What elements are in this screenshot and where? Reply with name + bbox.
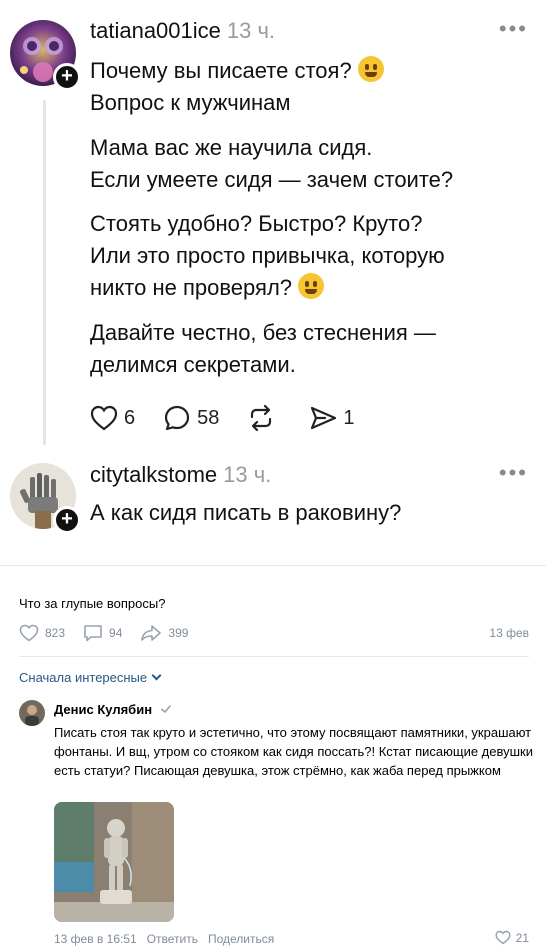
grinning-emoji-icon: [298, 273, 325, 299]
reply-link[interactable]: Ответить: [147, 932, 198, 946]
comment-meta: 13 фев в 16:51 Ответить Поделиться: [54, 932, 274, 946]
share-arrow-icon: [141, 625, 162, 641]
post-time: 13 ч.: [223, 462, 272, 487]
follow-plus-icon[interactable]: +: [53, 63, 81, 91]
post-text-block: Почему вы писаете стоя? Вопрос к мужчина…: [90, 55, 384, 119]
post-line: Или это просто привычка, которую: [90, 243, 445, 268]
post-line: Мама вас же научила сидя.: [90, 135, 373, 160]
author-name[interactable]: Денис Кулябин: [54, 702, 152, 717]
comment-like-count: 21: [515, 930, 529, 945]
post-time: 13 ч.: [226, 18, 276, 43]
comment-icon: [84, 625, 102, 642]
thinking-emoji-icon: [357, 56, 384, 82]
comment-time[interactable]: 13 фев в 16:51: [54, 932, 137, 946]
username[interactable]: citytalkstome 13 ч.: [90, 462, 271, 488]
verified-check-icon: [160, 705, 171, 713]
repost-button[interactable]: [247, 405, 281, 431]
post-line: делимся секретами.: [90, 352, 296, 377]
comment-photo[interactable]: [54, 802, 174, 922]
post-line: Вопрос к мужчинам: [90, 90, 291, 115]
divider: [19, 656, 529, 657]
like-count: 823: [45, 626, 66, 640]
post-stats: 823 94 399: [19, 624, 206, 642]
vk-post: Что за глупые вопросы? 823 94 399 13 фев…: [0, 565, 546, 952]
post-actions: 6 58 1: [90, 404, 383, 432]
more-dots-icon[interactable]: •••: [499, 16, 528, 42]
follow-plus-icon[interactable]: +: [53, 506, 81, 534]
comment-count: 94: [109, 626, 123, 640]
post-line: Почему вы писаете стоя?: [90, 58, 352, 83]
thread-line: [43, 100, 46, 445]
share-link[interactable]: Поделиться: [208, 932, 274, 946]
post-line: Давайте честно, без стеснения —: [90, 320, 436, 345]
sort-label: Сначала интересные: [19, 670, 148, 685]
post-date[interactable]: 13 фев: [489, 626, 529, 640]
heart-icon: [495, 930, 511, 945]
post-line: Если умеете сидя — зачем стоите?: [90, 167, 454, 192]
share-count: 1: [343, 406, 355, 429]
chevron-down-icon: [151, 670, 162, 681]
post-text-block: Мама вас же научила сидя. Если умеете си…: [90, 132, 453, 196]
comment-count: 58: [197, 406, 220, 429]
post-line: никто не проверял?: [90, 275, 293, 300]
comment-author[interactable]: Денис Кулябин: [54, 702, 172, 717]
comment-text: Писать стоя так круто и эстетично, что э…: [54, 725, 533, 778]
like-count: 6: [124, 406, 136, 429]
share-button[interactable]: 1: [309, 405, 355, 431]
username[interactable]: tatiana001ice 13 ч.: [90, 18, 275, 44]
repost-icon: [251, 405, 272, 431]
heart-icon: [19, 624, 39, 642]
username-text[interactable]: tatiana001ice: [90, 18, 221, 43]
like-button[interactable]: 6: [90, 405, 135, 431]
post-text-block: Стоять удобно? Быстро? Круто? Или это пр…: [90, 208, 445, 304]
comment-button[interactable]: 58: [163, 404, 219, 432]
like-button[interactable]: 823: [19, 624, 65, 642]
username-text[interactable]: citytalkstome: [90, 462, 217, 487]
comment-icon: [165, 405, 190, 431]
post-line: Стоять удобно? Быстро? Круто?: [90, 211, 423, 236]
share-count: 399: [168, 626, 189, 640]
comment-button[interactable]: 94: [83, 624, 122, 642]
reply-text: А как сидя писать в раковину?: [90, 500, 402, 525]
more-dots-icon[interactable]: •••: [499, 460, 528, 486]
share-button[interactable]: 399: [140, 624, 188, 642]
commenter-avatar[interactable]: [19, 700, 45, 726]
post-text: Что за глупые вопросы?: [19, 596, 166, 611]
comment-like-button[interactable]: 21: [495, 930, 529, 945]
send-icon: [311, 406, 337, 430]
threads-screenshot: + tatiana001ice 13 ч. ••• Почему вы писае…: [0, 0, 546, 565]
post-text-block: Давайте честно, без стеснения — делимся …: [90, 317, 436, 381]
sort-dropdown[interactable]: Сначала интересные: [19, 670, 162, 685]
heart-icon: [90, 405, 118, 431]
